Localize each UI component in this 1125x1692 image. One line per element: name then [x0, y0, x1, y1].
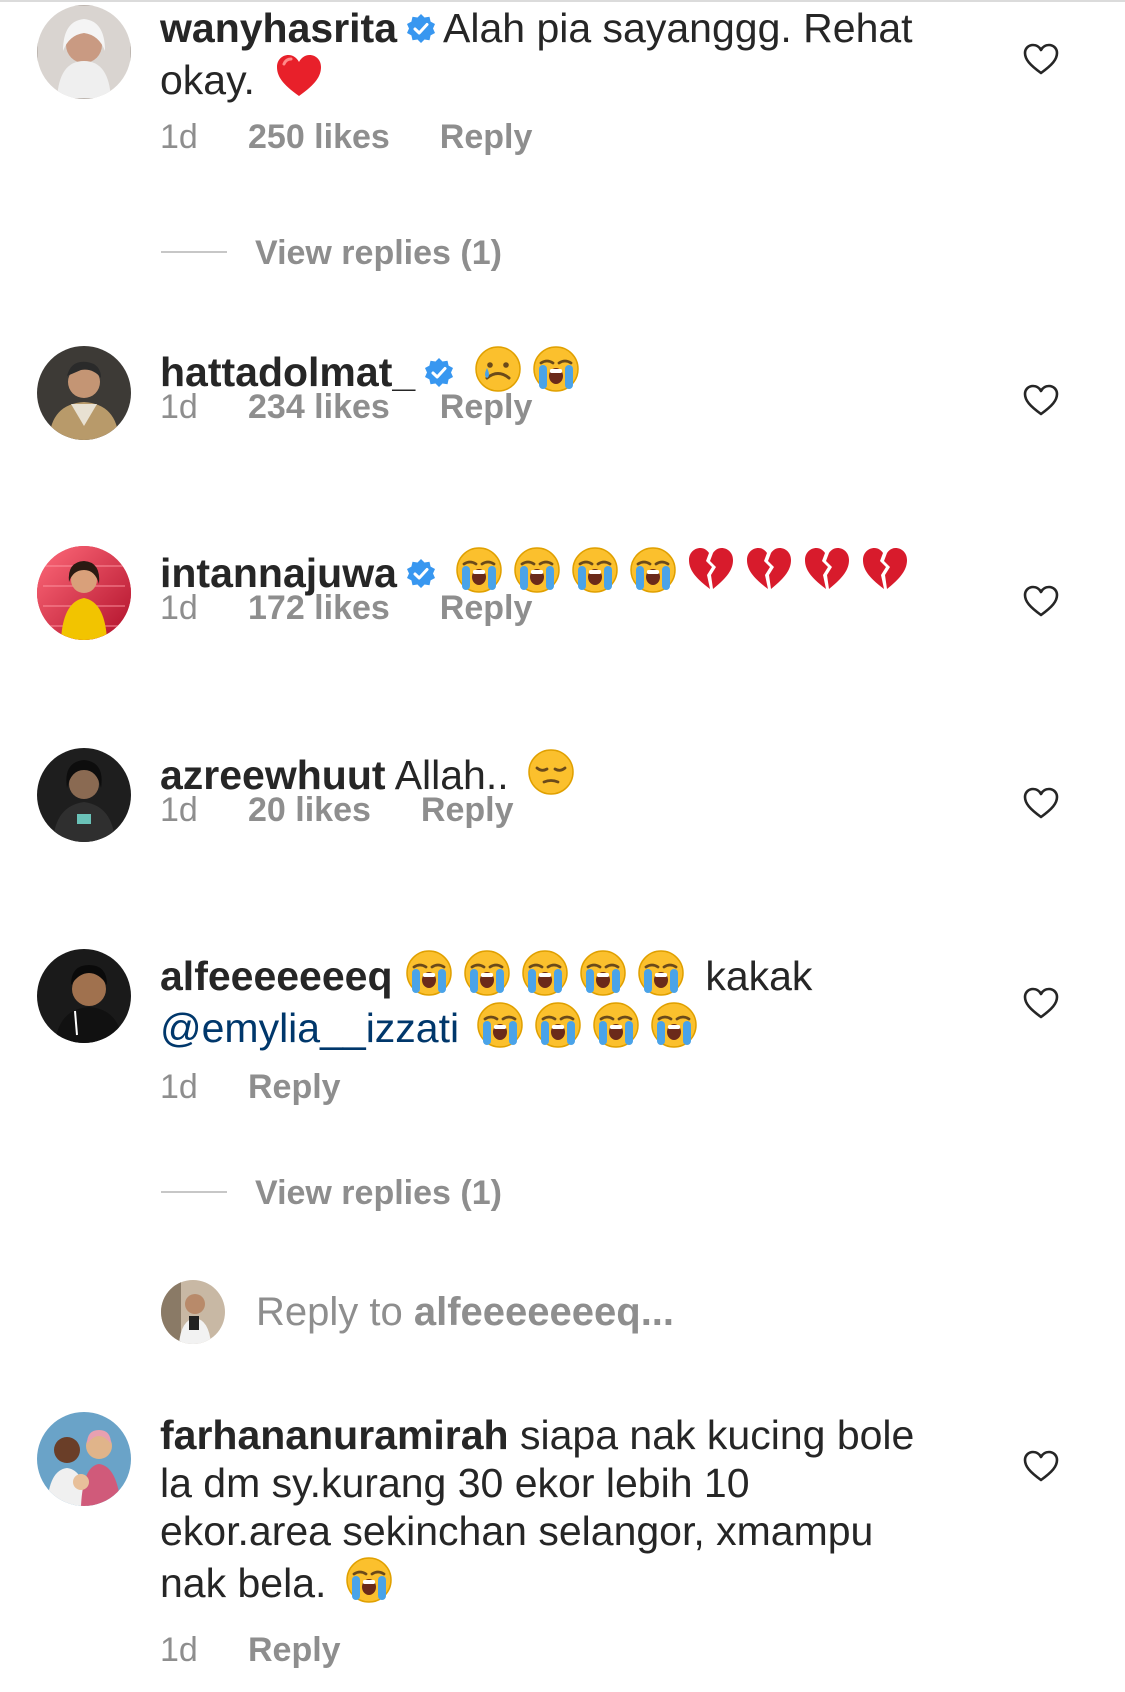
comment-likes[interactable]: 20 likes: [248, 791, 371, 830]
comment-time: 1d: [160, 791, 198, 829]
loudly-crying-face-emoji: [591, 1000, 641, 1050]
comment-time: 1d: [160, 388, 198, 426]
loudly-crying-face-emoji: [475, 1000, 525, 1050]
comment-text: wanyhasrita Alah pia sayanggg. Rehat okay…: [160, 4, 960, 104]
reply-prefix: Reply to: [256, 1290, 414, 1334]
divider-dash: [161, 1191, 227, 1193]
view-replies-button[interactable]: View replies (1): [161, 234, 502, 273]
comment-body-cont: nak bela.: [160, 1560, 327, 1606]
heart-outline-icon[interactable]: [1022, 1449, 1060, 1483]
avatar[interactable]: [37, 5, 131, 99]
view-replies-label: View replies (1): [255, 1174, 502, 1212]
top-divider: [0, 0, 1125, 2]
heart-outline-icon[interactable]: [1022, 383, 1060, 417]
loudly-crying-face-emoji: [636, 948, 686, 998]
loudly-crying-face-emoji: [454, 545, 504, 595]
comment-meta: 1d 20 likes Reply: [160, 791, 513, 830]
comment-meta: 1d Reply: [160, 1068, 341, 1107]
reply-button[interactable]: Reply: [440, 118, 533, 157]
loudly-crying-face-emoji: [570, 545, 620, 595]
loudly-crying-face-emoji: [512, 545, 562, 595]
comment-text: farhananuramirah siapa nak kucing bole l…: [160, 1411, 960, 1607]
loudly-crying-face-emoji: [404, 948, 454, 998]
broken-heart-emoji: [744, 545, 794, 595]
avatar[interactable]: [37, 748, 131, 842]
reply-button[interactable]: Reply: [440, 589, 533, 628]
reply-button[interactable]: Reply: [248, 1631, 341, 1670]
comment-body-cont: la dm sy.kurang 30 ekor lebih 10: [160, 1460, 750, 1506]
comment-time: 1d: [160, 1068, 198, 1106]
heart-outline-icon[interactable]: [1022, 42, 1060, 76]
view-replies-label: View replies (1): [255, 234, 502, 272]
current-user-avatar: [161, 1280, 225, 1344]
comment-meta: 1d Reply: [160, 1631, 341, 1670]
comment-body: Alah pia sayanggg. Rehat: [443, 5, 913, 51]
red-heart-emoji: [274, 52, 324, 102]
divider-dash: [161, 251, 227, 253]
verified-badge-icon: [423, 351, 455, 387]
reply-input[interactable]: Reply to alfeeeeeeeq...: [256, 1290, 674, 1335]
heart-outline-icon[interactable]: [1022, 786, 1060, 820]
comment-body: kakak: [705, 953, 813, 999]
comment-time: 1d: [160, 118, 198, 156]
broken-heart-emoji: [686, 545, 736, 595]
view-replies-button[interactable]: View replies (1): [161, 1174, 502, 1213]
loudly-crying-face-emoji: [520, 948, 570, 998]
comment-username[interactable]: farhananuramirah: [160, 1412, 509, 1458]
comment-time: 1d: [160, 1631, 198, 1669]
reply-target: alfeeeeeeeq...: [413, 1290, 675, 1334]
crying-face-emoji: [473, 344, 523, 394]
loudly-crying-face-emoji: [462, 948, 512, 998]
comment-body-cont: okay.: [160, 57, 255, 103]
comment-body-cont: ekor.area sekinchan selangor, xmampu: [160, 1508, 874, 1554]
reply-button[interactable]: Reply: [248, 1068, 341, 1107]
broken-heart-emoji: [860, 545, 910, 595]
loudly-crying-face-emoji: [628, 545, 678, 595]
comment-username[interactable]: wanyhasrita: [160, 5, 397, 51]
verified-badge-icon: [405, 7, 437, 43]
loudly-crying-face-emoji: [344, 1555, 394, 1605]
mention-link[interactable]: @emylia__izzati: [160, 1005, 459, 1051]
comment-time: 1d: [160, 589, 198, 627]
comment-body: siapa nak kucing bole: [520, 1412, 915, 1458]
comment-likes[interactable]: 172 likes: [248, 589, 390, 628]
loudly-crying-face-emoji: [649, 1000, 699, 1050]
comment-meta: 1d 172 likes Reply: [160, 589, 532, 628]
comment-text: alfeeeeeeeq kakak @emylia__izzati: [160, 948, 960, 1052]
comment-likes[interactable]: 234 likes: [248, 388, 390, 427]
avatar[interactable]: [37, 949, 131, 1043]
comment-meta: 1d 250 likes Reply: [160, 118, 532, 157]
heart-outline-icon[interactable]: [1022, 584, 1060, 618]
loudly-crying-face-emoji: [578, 948, 628, 998]
comment-username[interactable]: alfeeeeeeeq: [160, 953, 393, 999]
avatar[interactable]: [37, 1412, 131, 1506]
avatar[interactable]: [37, 546, 131, 640]
heart-outline-icon[interactable]: [1022, 986, 1060, 1020]
avatar[interactable]: [37, 346, 131, 440]
broken-heart-emoji: [802, 545, 852, 595]
comment-meta: 1d 234 likes Reply: [160, 388, 532, 427]
loudly-crying-face-emoji: [533, 1000, 583, 1050]
reply-button[interactable]: Reply: [421, 791, 514, 830]
reply-button[interactable]: Reply: [440, 388, 533, 427]
comment-likes[interactable]: 250 likes: [248, 118, 390, 157]
verified-badge-icon: [405, 552, 437, 588]
loudly-crying-face-emoji: [531, 344, 581, 394]
pensive-face-emoji: [526, 747, 576, 797]
